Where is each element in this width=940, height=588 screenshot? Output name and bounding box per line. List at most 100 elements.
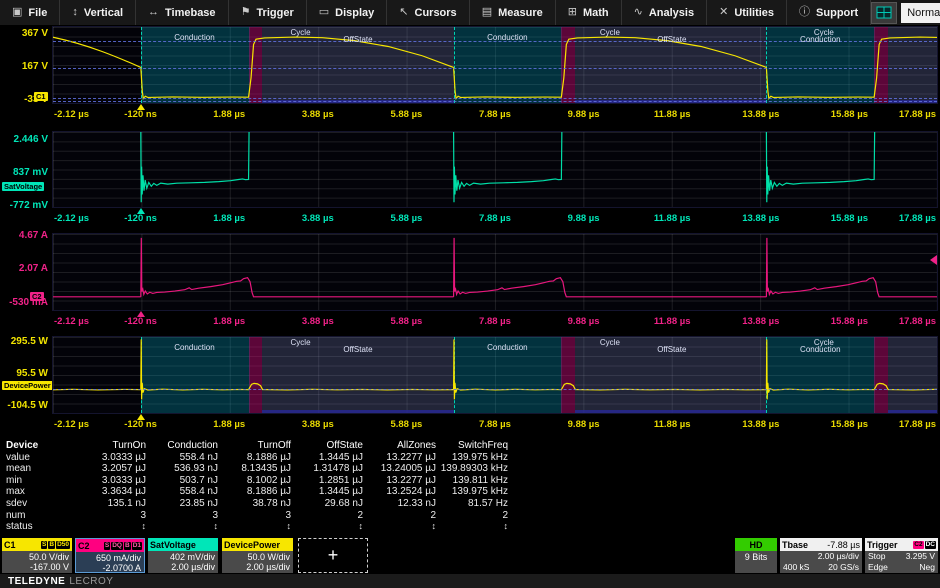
table-value-cell: 8.13435 µJ xyxy=(220,463,293,475)
waveform-panel-c1[interactable]: Conduction Conduction Conduction Cycle C… xyxy=(52,26,938,104)
waveform-panel-devicepower[interactable]: Conduction Conduction Conduction Cycle C… xyxy=(52,336,938,414)
menu-item-math[interactable]: ⊞Math xyxy=(556,0,622,25)
channel-badge-b: B xyxy=(124,542,131,550)
x-tick: -120 ns xyxy=(124,316,157,327)
hd-resolution-box[interactable]: HD 9 Bits xyxy=(735,538,777,573)
x-tick: 17.88 µs xyxy=(899,213,936,224)
channel-badge-s: S xyxy=(104,542,110,550)
trigger-icon: ⚑ xyxy=(241,7,251,18)
table-column-header: Conduction xyxy=(148,440,220,452)
descriptor-c1[interactable]: C1 SBD50 50.0 V/div -167.00 V xyxy=(2,538,72,573)
x-tick: -120 ns xyxy=(124,213,157,224)
menu-item-vertical[interactable]: ↕Vertical xyxy=(60,0,136,25)
satvoltage-trace xyxy=(53,132,937,207)
descriptor-timebase: 2.00 µs/div xyxy=(222,562,290,572)
zone-label-cycle: Cycle xyxy=(600,28,620,37)
trigger-time-marker[interactable] xyxy=(137,104,145,110)
x-tick: 9.88 µs xyxy=(568,213,600,224)
menu-item-label: Utilities xyxy=(734,7,774,19)
menu-item-measure[interactable]: ▤Measure xyxy=(470,0,556,25)
menu-right-cluster: Normal Flashb... Undo ↶ xyxy=(871,0,940,25)
hd-badge: HD xyxy=(750,540,763,550)
table-row-label: sdev xyxy=(6,498,66,510)
trigger-time-marker[interactable] xyxy=(137,311,145,317)
descriptor-badges: SDQBD1 xyxy=(103,542,142,550)
x-tick: 5.88 µs xyxy=(390,419,422,430)
menu-item-support[interactable]: ⓘSupport xyxy=(787,0,871,25)
waveform-panel-c2[interactable] xyxy=(52,233,938,311)
x-tick: 7.88 µs xyxy=(479,419,511,430)
menu-item-file[interactable]: ▣ File xyxy=(0,0,60,25)
table-value-cell: 8.1886 µJ xyxy=(220,486,293,498)
trigger-time-marker[interactable] xyxy=(137,208,145,214)
table-value-cell: 135.1 nJ xyxy=(66,498,148,510)
descriptor-scale: 402 mV/div xyxy=(148,552,215,562)
x-axis-c2: -2.12 µs-120 ns1.88 µs3.88 µs5.88 µs7.88… xyxy=(52,311,938,335)
timebase-label: Tbase xyxy=(782,540,808,550)
x-tick: 11.88 µs xyxy=(654,109,691,120)
menu-item-display[interactable]: ▭Display xyxy=(307,0,388,25)
menu-item-trigger[interactable]: ⚑Trigger xyxy=(229,0,307,25)
timebase-box[interactable]: Tbase -7.88 µs 2.00 µs/div 400 kS 20 GS/… xyxy=(780,538,862,573)
menu-item-timebase[interactable]: ↔Timebase xyxy=(136,0,229,25)
grid-display-icon xyxy=(876,6,892,19)
menu-item-label: Support xyxy=(816,7,858,19)
trigger-box[interactable]: Trigger C2 DC Stop 3.295 V Edge Neg xyxy=(865,538,938,573)
y-label: 2.07 A xyxy=(0,263,48,274)
file-icon: ▣ xyxy=(12,7,22,18)
table-row-label: max xyxy=(6,486,66,498)
sample-memory: 400 kS xyxy=(783,562,809,573)
table-value-cell: 13.2277 µJ xyxy=(365,475,438,487)
menu-item-label: File xyxy=(28,7,47,19)
table-value-cell: 12.33 nJ xyxy=(365,498,438,510)
table-column-header: TurnOn xyxy=(66,440,148,452)
threshold-cursor xyxy=(53,101,937,102)
zone-label-offstate: OffState xyxy=(343,345,372,354)
table-value-cell: 139.89303 kHz xyxy=(438,463,510,475)
menu-item-utilities[interactable]: ✕ Utilities xyxy=(707,0,787,25)
x-tick: 5.88 µs xyxy=(390,109,422,120)
table-row-label: status xyxy=(6,521,66,533)
utilities-icon: ✕ xyxy=(719,7,728,18)
descriptor-satvoltage[interactable]: SatVoltage 402 mV/div 2.00 µs/div xyxy=(148,538,218,573)
grid-display-button[interactable] xyxy=(871,2,897,24)
trigger-coupling-badge: DC xyxy=(925,541,936,549)
zone-label-offstate: OffState xyxy=(343,35,372,44)
y-label: 367 V xyxy=(0,28,48,39)
status-icon: ↕ xyxy=(432,521,437,531)
zone-label-cycle: Cycle xyxy=(814,28,834,37)
menu-item-analysis[interactable]: ∿Analysis xyxy=(622,0,707,25)
zone-label-offstate: OffState xyxy=(657,345,686,354)
x-tick: 3.88 µs xyxy=(302,213,334,224)
x-tick: -2.12 µs xyxy=(54,109,89,120)
threshold-cursor xyxy=(53,68,937,69)
menu-item-label: Measure xyxy=(498,7,543,19)
display-mode-dropdown[interactable]: Normal xyxy=(901,3,940,23)
x-tick: 7.88 µs xyxy=(479,109,511,120)
table-row-label: num xyxy=(6,510,66,522)
channel-marker-satvoltage[interactable]: SatVoltage xyxy=(2,182,44,191)
menu-item-cursors[interactable]: ↖Cursors xyxy=(387,0,469,25)
trigger-time-marker[interactable] xyxy=(137,414,145,420)
channel-marker-devicepower[interactable]: DevicePower xyxy=(2,381,53,390)
channel-marker-c1[interactable]: C1 xyxy=(34,92,48,101)
table-value-cell: 1.3445 µJ xyxy=(293,452,365,464)
add-trace-button[interactable]: + xyxy=(298,538,368,573)
waveform-panel-satvoltage[interactable] xyxy=(52,131,938,208)
channel-marker-c2[interactable]: C2 xyxy=(30,292,44,301)
table-value-cell: 3 xyxy=(66,510,148,522)
descriptor-c2[interactable]: C2 SDQBD1 650 mA/div -2.0700 A xyxy=(75,538,145,573)
table-value-cell: 503.7 nJ xyxy=(148,475,220,487)
y-label: 295.5 W xyxy=(0,336,48,347)
x-tick: 11.88 µs xyxy=(654,213,691,224)
table-value-cell: 38.78 nJ xyxy=(220,498,293,510)
plus-icon: + xyxy=(328,545,339,566)
resolution-value: 9 Bits xyxy=(735,552,777,562)
status-icon: ↕ xyxy=(142,521,147,531)
descriptor-devicepower[interactable]: DevicePower 50.0 W/div 2.00 µs/div xyxy=(222,538,293,573)
measurement-table: DeviceTurnOnConductionTurnOffOffStateAll… xyxy=(6,440,510,533)
table-status-cell: ↕ xyxy=(438,521,510,533)
trigger-level-marker[interactable] xyxy=(930,255,937,265)
x-tick: 15.88 µs xyxy=(831,419,868,430)
table-value-cell: 536.93 nJ xyxy=(148,463,220,475)
